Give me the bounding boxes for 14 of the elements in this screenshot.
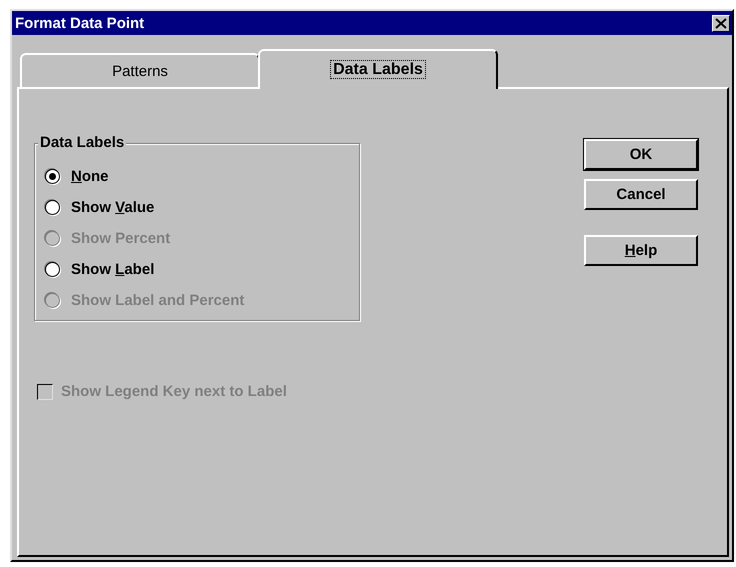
dialog-button[interactable]: Help [584,235,698,266]
radio-label[interactable]: Show Label [71,261,154,278]
radio-button[interactable] [45,169,60,184]
dialog-button[interactable]: Cancel [584,179,698,210]
radio-button[interactable] [45,200,60,215]
tab[interactable]: Data Labels [258,49,498,89]
window-title: Format Data Point [15,14,144,32]
radio-button[interactable] [45,262,60,277]
radio-label[interactable]: Show Value [71,199,154,216]
dialog-button[interactable]: OK [584,139,698,170]
radio-label[interactable]: None [71,168,109,185]
tab[interactable]: Patterns [20,53,260,87]
close-button[interactable] [712,14,730,32]
close-icon [715,18,727,28]
